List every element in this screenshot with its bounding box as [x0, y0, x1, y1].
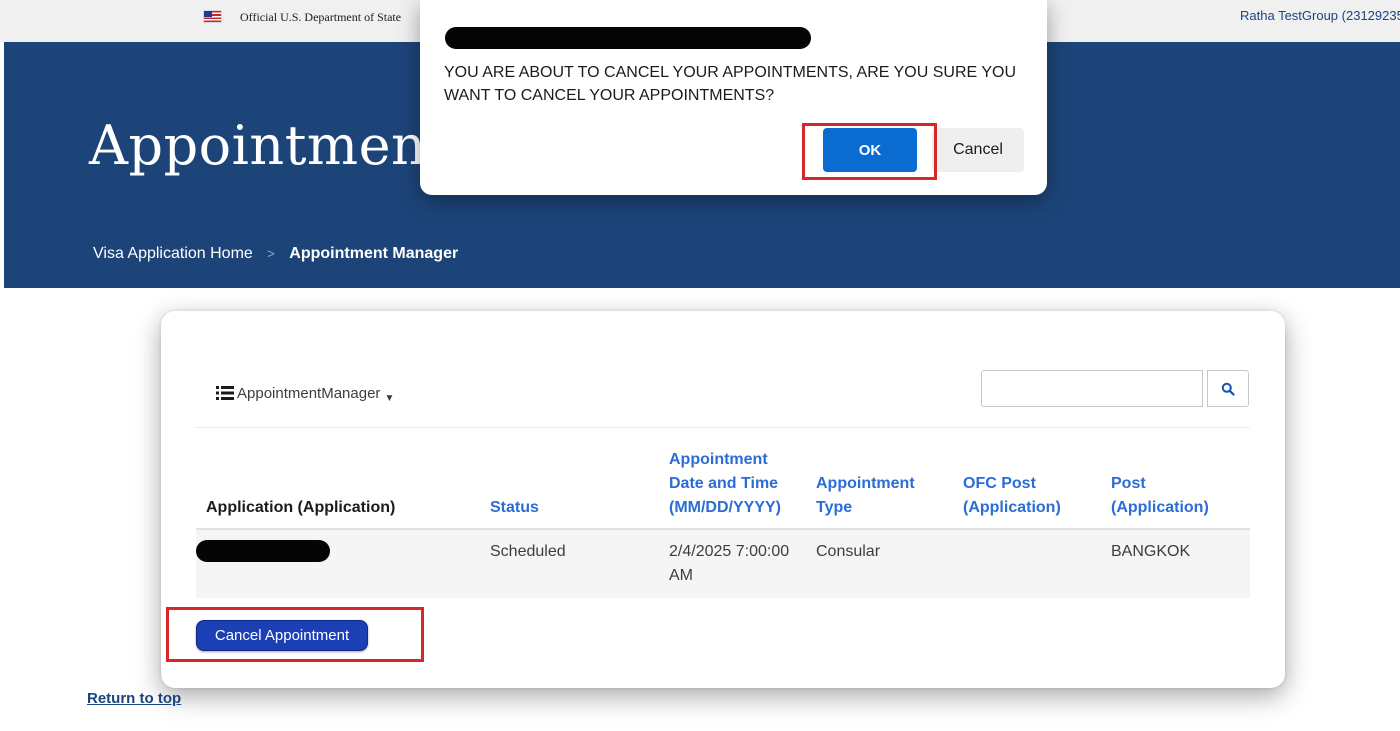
column-header-application[interactable]: Application (Application) — [196, 444, 480, 530]
cell-post: BANGKOK — [1101, 529, 1250, 598]
cell-appointment-datetime: 2/4/2025 7:00:00 AM — [659, 529, 806, 598]
ok-button[interactable]: OK — [823, 128, 917, 172]
column-header-appointment-type[interactable]: Appointment Type — [806, 444, 953, 530]
breadcrumb-home-link[interactable]: Visa Application Home — [93, 245, 253, 262]
dialog-message: YOU ARE ABOUT TO CANCEL YOUR APPOINTMENT… — [444, 64, 1017, 104]
breadcrumb-current: Appointment Manager — [289, 245, 459, 262]
list-icon — [216, 386, 234, 404]
return-to-top-link[interactable]: Return to top — [87, 690, 181, 707]
column-header-ofc-post[interactable]: OFC Post (Application) — [953, 444, 1101, 530]
breadcrumb-separator: > — [267, 246, 275, 261]
table-row[interactable]: Scheduled 2/4/2025 7:00:00 AM Consular B… — [196, 529, 1250, 598]
search-button[interactable] — [1207, 370, 1249, 407]
view-selector-label: AppointmentManager — [237, 385, 381, 402]
search-input[interactable] — [981, 370, 1203, 407]
card-divider — [196, 427, 1250, 428]
dialog-cancel-button[interactable]: Cancel — [932, 128, 1024, 172]
column-header-appointment-datetime[interactable]: Appointment Date and Time (MM/DD/YYYY) — [659, 444, 806, 530]
cell-application — [196, 529, 480, 598]
breadcrumb: Visa Application Home > Appointment Mana… — [93, 245, 458, 263]
caret-down-icon: ▼ — [384, 393, 395, 404]
official-site-text: Official U.S. Department of State — [240, 10, 402, 24]
user-account-name[interactable]: Ratha TestGroup (23129235 — [1240, 8, 1400, 23]
view-selector[interactable]: AppointmentManager ▼ — [216, 385, 394, 404]
appointment-card: AppointmentManager ▼ Application (Applica… — [161, 311, 1285, 688]
column-header-status[interactable]: Status — [480, 444, 659, 530]
table-header-row: Application (Application) Status Appoint… — [196, 444, 1250, 530]
redacted-application-id — [196, 540, 330, 562]
appointments-table: Application (Application) Status Appoint… — [196, 444, 1250, 598]
cell-status: Scheduled — [480, 529, 659, 598]
cell-ofc-post — [953, 529, 1101, 598]
cell-appointment-type: Consular — [806, 529, 953, 598]
column-header-post[interactable]: Post (Application) — [1101, 444, 1250, 530]
us-flag-icon — [203, 10, 222, 23]
search-icon — [1221, 382, 1235, 396]
cancel-appointment-button[interactable]: Cancel Appointment — [196, 620, 368, 651]
confirm-dialog: YOU ARE ABOUT TO CANCEL YOUR APPOINTMENT… — [420, 0, 1047, 195]
redacted-dialog-title — [445, 27, 811, 49]
